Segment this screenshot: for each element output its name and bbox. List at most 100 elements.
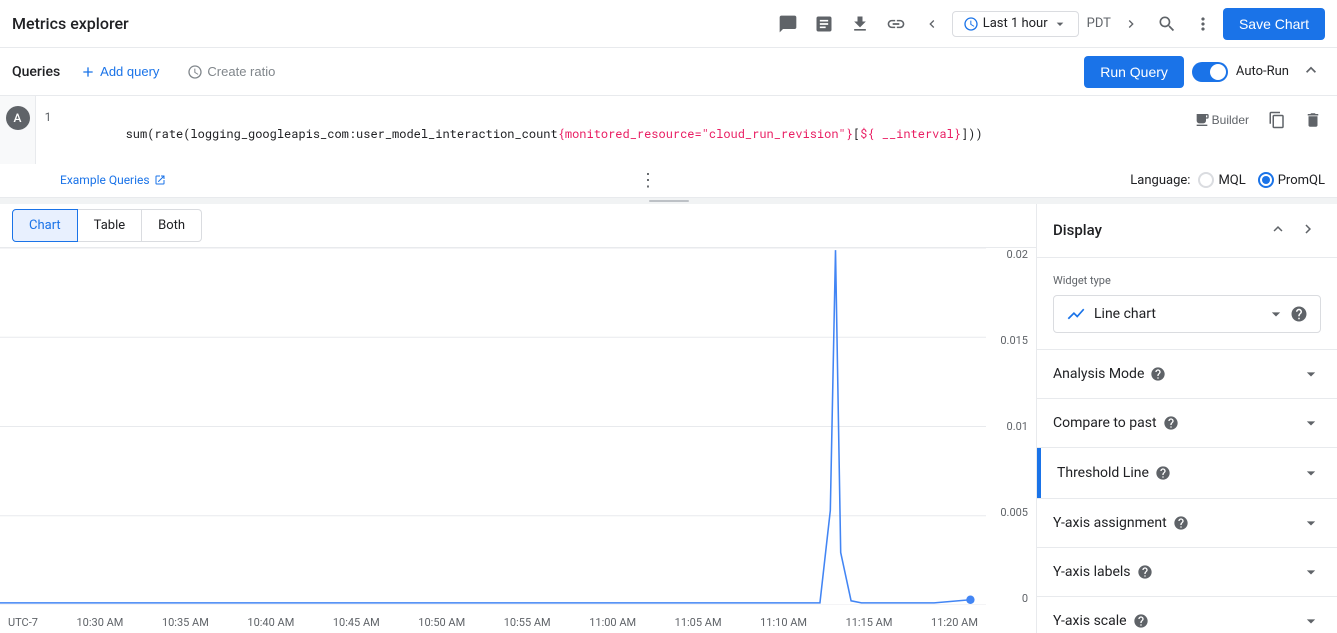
top-bar-left: Metrics explorer: [12, 14, 129, 33]
chart-panel: Chart Table Both 0.02 0.015 0.01 0.005 0: [0, 204, 1037, 633]
x-label-1115: 11:15 AM: [846, 616, 893, 629]
delete-query-button[interactable]: [1297, 104, 1329, 136]
y-axis-assignment-title: Y-axis assignment: [1053, 515, 1167, 531]
more-vert-icon-btn[interactable]: [1187, 8, 1219, 40]
widget-type-help-icon[interactable]: [1290, 305, 1308, 323]
y-axis-assignment-help-icon: [1173, 515, 1189, 531]
chart-svg-container: [0, 248, 986, 605]
time-selector-label: Last 1 hour: [983, 16, 1048, 31]
x-label-1050: 10:50 AM: [418, 616, 465, 629]
chat-icon-btn[interactable]: [772, 8, 804, 40]
widget-type-select[interactable]: Line chart: [1053, 295, 1321, 333]
main-area: Chart Table Both 0.02 0.015 0.01 0.005 0: [0, 204, 1337, 633]
add-query-label: Add query: [100, 64, 159, 79]
threshold-line-row: Threshold Line: [1037, 448, 1337, 499]
builder-button[interactable]: Builder: [1186, 104, 1257, 136]
widget-type-inner: Line chart: [1066, 304, 1156, 324]
more-options-button[interactable]: ⋮: [639, 170, 657, 191]
promql-radio[interactable]: PromQL: [1258, 172, 1325, 188]
top-bar: Metrics explorer Last 1 hour PDT: [0, 0, 1337, 48]
promql-radio-circle: [1258, 172, 1274, 188]
query-code-area[interactable]: sum(rate(logging_googleapis_com:user_mod…: [60, 96, 1178, 164]
query-row: A 1 sum(rate(logging_googleapis_com:user…: [0, 96, 1337, 164]
x-label-1110: 11:10 AM: [760, 616, 807, 629]
threshold-line-chevron: [1301, 463, 1321, 483]
nav-right-btn[interactable]: [1115, 8, 1147, 40]
create-ratio-button[interactable]: Create ratio: [179, 60, 283, 84]
queries-bar: Queries Add query Create ratio Run Query…: [0, 48, 1337, 96]
widget-type-section: Widget type Line chart: [1037, 258, 1337, 350]
display-header-actions: [1265, 216, 1321, 245]
timezone-label: PDT: [1087, 16, 1111, 31]
line-chart-icon: [1066, 304, 1086, 324]
queries-bar-right: Run Query Auto-Run: [1084, 56, 1325, 88]
queries-label: Queries: [12, 64, 60, 80]
analysis-mode-section[interactable]: Analysis Mode: [1037, 350, 1337, 399]
widget-type-label: Widget type: [1053, 274, 1321, 287]
display-header: Display: [1037, 204, 1337, 258]
chart-display-area: 0.02 0.015 0.01 0.005 0: [0, 248, 1036, 633]
add-chart-icon-btn[interactable]: [808, 8, 840, 40]
threshold-line-title: Threshold Line: [1057, 465, 1149, 481]
builder-label: Builder: [1212, 113, 1249, 127]
query-letter-badge-area: A: [0, 96, 36, 164]
nav-left-btn[interactable]: [916, 8, 948, 40]
app-title: Metrics explorer: [12, 14, 129, 33]
top-bar-icons: Last 1 hour PDT Save Chart: [772, 8, 1325, 40]
x-label-1045: 10:45 AM: [333, 616, 380, 629]
add-query-button[interactable]: Add query: [72, 60, 167, 84]
y-label-5: 0: [1022, 592, 1028, 605]
y-axis-assignment-section[interactable]: Y-axis assignment: [1037, 499, 1337, 548]
widget-type-actions: [1266, 304, 1308, 324]
analysis-mode-chevron: [1301, 364, 1321, 384]
compare-to-past-chevron: [1301, 413, 1321, 433]
threshold-line-section[interactable]: Threshold Line: [1041, 449, 1337, 497]
drag-handle-indicator: [649, 200, 689, 202]
y-axis-labels-left: Y-axis labels: [1053, 564, 1153, 580]
copy-query-button[interactable]: [1261, 104, 1293, 136]
y-axis-assignment-chevron: [1301, 513, 1321, 533]
table-tab[interactable]: Table: [78, 209, 142, 242]
y-label-4: 0.005: [1000, 506, 1028, 519]
y-axis-labels-help-icon: [1137, 564, 1153, 580]
compare-to-past-help-icon: [1163, 415, 1179, 431]
compare-to-past-section[interactable]: Compare to past: [1037, 399, 1337, 448]
time-selector[interactable]: Last 1 hour: [952, 11, 1079, 37]
example-queries-label: Example Queries: [60, 173, 150, 187]
create-ratio-label: Create ratio: [207, 64, 275, 79]
compare-to-past-left: Compare to past: [1053, 415, 1179, 431]
x-label-1105: 11:05 AM: [675, 616, 722, 629]
save-chart-button[interactable]: Save Chart: [1223, 8, 1325, 40]
collapse-button[interactable]: [1297, 56, 1325, 87]
mql-radio[interactable]: MQL: [1198, 172, 1245, 188]
x-label-1055: 10:55 AM: [504, 616, 551, 629]
auto-run-toggle[interactable]: [1192, 62, 1228, 82]
x-label-1100: 11:00 AM: [589, 616, 636, 629]
x-label-1120: 11:20 AM: [931, 616, 978, 629]
threshold-line-help-icon: [1155, 465, 1171, 481]
y-axis-labels-chevron: [1301, 562, 1321, 582]
search-icon-btn[interactable]: [1151, 8, 1183, 40]
run-query-button[interactable]: Run Query: [1084, 56, 1184, 88]
y-axis-labels-section[interactable]: Y-axis labels: [1037, 548, 1337, 597]
chart-tab[interactable]: Chart: [12, 209, 78, 242]
both-tab[interactable]: Both: [142, 209, 202, 242]
query-footer: Example Queries ⋮ Language: MQL PromQL: [0, 164, 1337, 197]
language-label: Language:: [1130, 173, 1190, 188]
x-label-1035: 10:35 AM: [162, 616, 209, 629]
link-icon-btn[interactable]: [880, 8, 912, 40]
display-sections-container: Analysis Mode Compare to past Threshol: [1037, 350, 1337, 633]
threshold-line-left: Threshold Line: [1057, 465, 1171, 481]
display-collapse-up-btn[interactable]: [1265, 216, 1291, 245]
query-editor-area: A 1 sum(rate(logging_googleapis_com:user…: [0, 96, 1337, 198]
download-icon-btn[interactable]: [844, 8, 876, 40]
chart-end-dot: [966, 595, 974, 603]
example-queries-link[interactable]: Example Queries: [60, 173, 166, 187]
widget-type-name: Line chart: [1094, 306, 1156, 322]
y-axis-scale-chevron: [1301, 611, 1321, 631]
mql-radio-circle: [1198, 172, 1214, 188]
y-axis: 0.02 0.015 0.01 0.005 0: [1000, 248, 1028, 605]
x-label-1040: 10:40 AM: [247, 616, 294, 629]
mql-label: MQL: [1218, 173, 1245, 188]
display-collapse-right-btn[interactable]: [1295, 216, 1321, 245]
